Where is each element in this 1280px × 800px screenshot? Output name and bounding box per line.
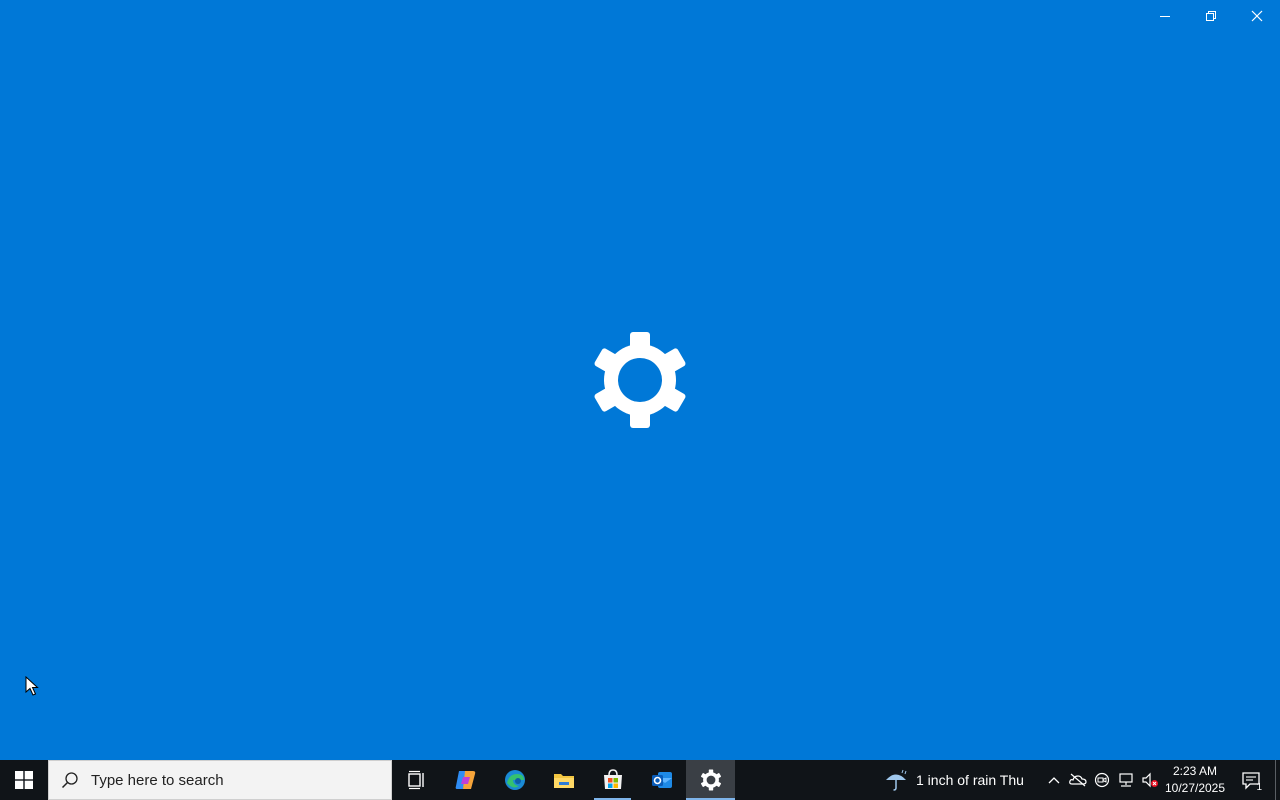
- meet-now-button[interactable]: [1090, 760, 1114, 800]
- taskbar-search-box[interactable]: [48, 760, 392, 800]
- umbrella-rain-icon: [886, 769, 907, 791]
- microsoft-store-button[interactable]: [588, 760, 637, 800]
- volume-muted-icon: [1142, 772, 1158, 788]
- gear-icon: [594, 332, 686, 428]
- file-explorer-icon: [553, 774, 574, 788]
- clock-date: 10/27/2025: [1164, 781, 1226, 795]
- minimize-button[interactable]: [1142, 0, 1188, 32]
- show-desktop-button[interactable]: [1275, 760, 1280, 800]
- restore-icon: [1206, 11, 1216, 21]
- close-button[interactable]: [1234, 0, 1280, 32]
- volume-button[interactable]: [1138, 760, 1162, 800]
- outlook-button[interactable]: [637, 760, 686, 800]
- task-view-button[interactable]: [392, 760, 441, 800]
- copilot-icon: [455, 771, 475, 789]
- weather-widget[interactable]: 1 inch of rain Thu: [884, 760, 1024, 800]
- microsoft-store-icon: [603, 769, 622, 789]
- settings-window: [0, 0, 1280, 760]
- action-center-button[interactable]: 1: [1236, 760, 1266, 800]
- window-caption-controls: [1142, 0, 1280, 32]
- copilot-button[interactable]: [441, 760, 490, 800]
- taskbar: 1 inch of rain Thu: [0, 760, 1280, 800]
- close-icon: [1251, 10, 1263, 22]
- notification-count-badge: 1: [1256, 782, 1262, 793]
- start-button[interactable]: [0, 760, 48, 800]
- outlook-icon: [651, 772, 672, 788]
- settings-icon: [700, 769, 721, 791]
- search-input[interactable]: [89, 770, 373, 790]
- edge-button[interactable]: [490, 760, 539, 800]
- show-hidden-icons-button[interactable]: [1042, 760, 1066, 800]
- restore-button[interactable]: [1188, 0, 1234, 32]
- chevron-up-icon: [1048, 777, 1060, 784]
- clock-time: 2:23 AM: [1172, 764, 1218, 778]
- network-icon: [1119, 773, 1133, 787]
- task-view-icon: [407, 770, 424, 790]
- edge-icon: [504, 770, 525, 790]
- windows-logo-icon: [15, 771, 33, 789]
- onedrive-icon: [1069, 773, 1087, 787]
- weather-text: 1 inch of rain Thu: [916, 772, 1024, 788]
- taskbar-apps: [392, 760, 735, 800]
- system-tray: [1042, 760, 1162, 800]
- file-explorer-button[interactable]: [539, 760, 588, 800]
- onedrive-tray-button[interactable]: [1066, 760, 1090, 800]
- minimize-icon: [1160, 16, 1170, 17]
- network-button[interactable]: [1114, 760, 1138, 800]
- settings-taskbar-button[interactable]: [686, 760, 735, 800]
- search-icon: [61, 772, 78, 789]
- taskbar-clock[interactable]: 2:23 AM 10/27/2025: [1160, 760, 1230, 800]
- meet-now-icon: [1094, 772, 1110, 788]
- mouse-cursor-icon: [25, 676, 39, 696]
